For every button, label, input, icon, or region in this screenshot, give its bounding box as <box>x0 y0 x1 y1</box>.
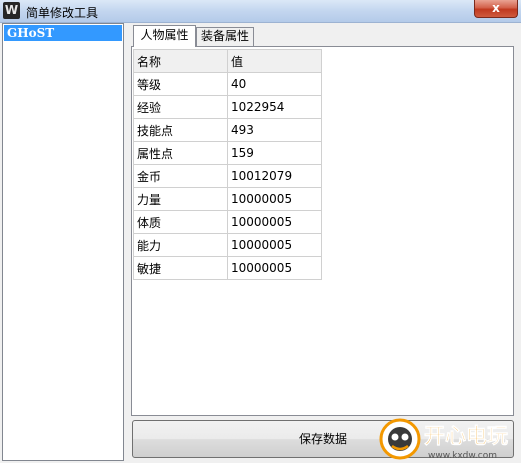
attribute-value[interactable]: 493 <box>227 118 322 142</box>
table-row[interactable]: 力量 10000005 <box>133 187 322 211</box>
attribute-value[interactable]: 10012079 <box>227 164 322 188</box>
watermark-url: www.kxdw.com <box>428 451 497 461</box>
attribute-name: 能力 <box>133 233 228 257</box>
character-item-ghost[interactable]: GHoST <box>4 25 122 41</box>
table-row[interactable]: 能力 10000005 <box>133 233 322 257</box>
window-title: 简单修改工具 <box>26 6 99 20</box>
close-button[interactable]: x <box>474 0 518 18</box>
attribute-value[interactable]: 159 <box>227 141 322 165</box>
attribute-grid: 名称 值 等级 40 经验 1022954 技能点 493 属性点 159 金币 10012079… <box>133 49 322 280</box>
table-row[interactable]: 敏捷 10000005 <box>133 256 322 280</box>
attribute-name: 等级 <box>133 72 228 96</box>
gamepad-mascot-icon <box>379 418 421 460</box>
table-row[interactable]: 等级 40 <box>133 72 322 96</box>
table-row[interactable]: 体质 10000005 <box>133 210 322 234</box>
title-bar: W 简单修改工具 x <box>0 0 521 23</box>
table-row[interactable]: 金币 10012079 <box>133 164 322 188</box>
attribute-name: 技能点 <box>133 118 228 142</box>
table-row[interactable]: 技能点 493 <box>133 118 322 142</box>
attribute-value[interactable]: 10000005 <box>227 233 322 257</box>
tab-equipment-attributes[interactable]: 装备属性 <box>196 27 254 46</box>
attribute-name: 敏捷 <box>133 256 228 280</box>
header-value: 值 <box>227 49 322 73</box>
watermark-brand: 开心电玩 <box>424 424 508 448</box>
table-row[interactable]: 属性点 159 <box>133 141 322 165</box>
tab-panel: 名称 值 等级 40 经验 1022954 技能点 493 属性点 159 金币 10012079… <box>131 46 514 416</box>
grid-header-row: 名称 值 <box>133 49 322 73</box>
attribute-name: 经验 <box>133 95 228 119</box>
character-list[interactable]: GHoST <box>2 23 124 461</box>
attribute-name: 体质 <box>133 210 228 234</box>
attribute-name: 属性点 <box>133 141 228 165</box>
attribute-value[interactable]: 1022954 <box>227 95 322 119</box>
app-icon: W <box>3 2 20 19</box>
attribute-value[interactable]: 40 <box>227 72 322 96</box>
tab-character-attributes[interactable]: 人物属性 <box>133 25 196 47</box>
attribute-name: 力量 <box>133 187 228 211</box>
attribute-name: 金币 <box>133 164 228 188</box>
kxdw-watermark-logo: 开心电玩 www.kxdw.com <box>379 418 508 461</box>
attribute-value[interactable]: 10000005 <box>227 187 322 211</box>
attribute-value[interactable]: 10000005 <box>227 210 322 234</box>
attribute-value[interactable]: 10000005 <box>227 256 322 280</box>
table-row[interactable]: 经验 1022954 <box>133 95 322 119</box>
header-name: 名称 <box>133 49 228 73</box>
